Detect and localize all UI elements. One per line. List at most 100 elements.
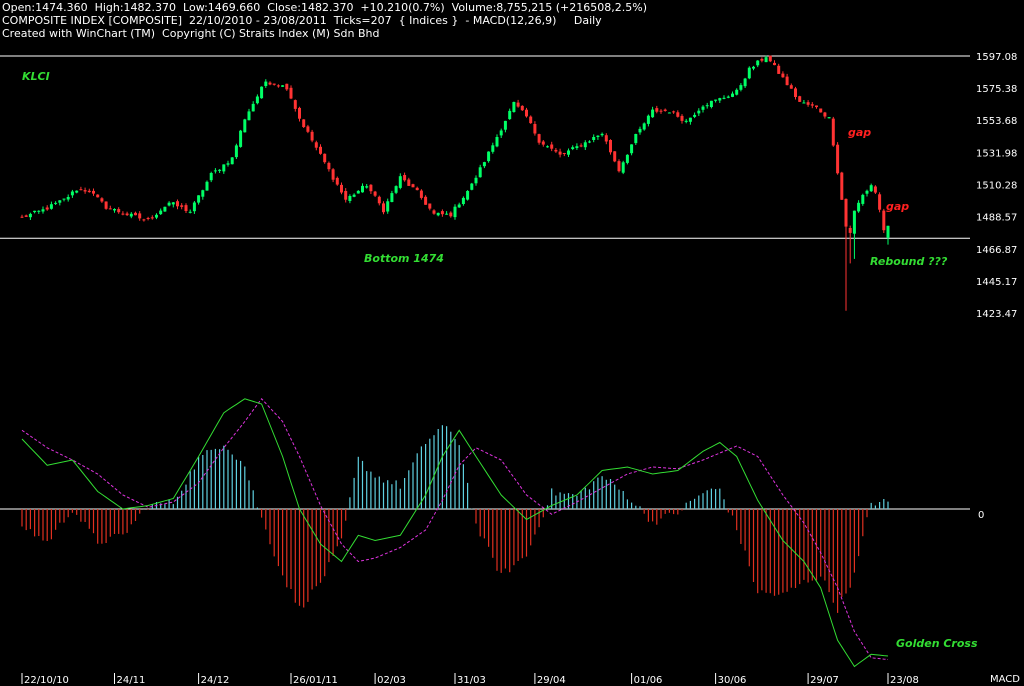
candle-body — [688, 117, 692, 122]
candle-body — [142, 219, 146, 221]
chart-canvas: 1597.08 1575.38 1553.68 1531.98 1510.28 1488.… — [0, 52, 1020, 686]
candle-body — [377, 196, 381, 204]
candle-body — [424, 196, 428, 205]
candle-body — [155, 214, 158, 218]
price-annotation: KLCI — [22, 70, 50, 83]
x-tick-label: 23/08 — [890, 675, 919, 686]
x-tick-label: 01/06 — [634, 675, 663, 686]
candle-body — [289, 87, 293, 99]
candle-body — [348, 196, 352, 201]
candle-body — [243, 119, 247, 133]
price-y-tick: 1575.38 — [976, 84, 1017, 95]
candle-body — [239, 130, 243, 147]
candle-body — [100, 198, 104, 202]
candle-body — [285, 83, 289, 90]
candle-body — [37, 210, 41, 212]
candle-body — [764, 57, 768, 63]
candle-body — [613, 151, 617, 162]
candle-body — [222, 164, 226, 172]
candle-body — [306, 126, 310, 132]
candle-body — [609, 140, 612, 153]
candle-body — [340, 184, 343, 193]
candle-body — [159, 210, 163, 215]
candle-body — [83, 190, 87, 192]
candle-body — [592, 137, 596, 140]
candle-body — [499, 130, 503, 136]
candle-body — [567, 150, 570, 155]
candle-body — [180, 205, 184, 207]
candle-body — [646, 115, 650, 124]
candle-body — [331, 169, 335, 180]
candle-body — [663, 109, 667, 111]
candle-body — [188, 211, 192, 213]
candle-body — [575, 146, 579, 148]
candle-body — [108, 208, 112, 210]
candle-body — [449, 212, 453, 217]
candle-body — [226, 163, 230, 165]
candle-body — [407, 179, 411, 186]
candle-body — [138, 213, 142, 219]
candle-body — [419, 190, 423, 198]
candle-body — [394, 186, 398, 193]
candle-body — [344, 191, 348, 200]
candle-body — [474, 177, 478, 184]
candle-body — [739, 85, 743, 90]
candle-body — [529, 116, 533, 124]
candle-body — [743, 78, 747, 87]
candle-body — [487, 151, 491, 162]
candle-body — [327, 162, 331, 170]
candle-body — [470, 183, 474, 190]
candle-body — [79, 189, 83, 191]
candle-body — [571, 147, 575, 149]
candle-body — [66, 197, 70, 200]
candle-body — [508, 110, 512, 120]
candle-body — [75, 190, 79, 193]
candle-body — [785, 76, 789, 86]
candle-body — [247, 111, 251, 121]
candle-body — [365, 186, 369, 188]
candle-body — [882, 210, 886, 231]
candle-body — [298, 107, 301, 119]
candle-body — [361, 185, 364, 193]
candle-body — [390, 193, 394, 202]
candle-body — [104, 201, 108, 209]
candle-body — [638, 128, 642, 133]
candle-body — [323, 153, 327, 163]
candle-body — [857, 202, 861, 212]
candle-body — [533, 124, 537, 134]
candle-body — [798, 96, 802, 102]
x-tick-label: 30/06 — [718, 675, 747, 686]
candle-body — [827, 117, 831, 119]
candle-body — [260, 86, 264, 99]
candle-body — [281, 85, 285, 87]
candle-body — [781, 73, 785, 78]
price-annotation: Bottom 1474 — [364, 252, 444, 265]
candle-body — [369, 184, 373, 192]
candle-body — [276, 85, 280, 87]
candle-body — [588, 141, 591, 143]
price-y-tick: 1445.17 — [976, 277, 1017, 288]
candle-body — [113, 209, 116, 211]
candle-body — [621, 162, 625, 173]
candle-body — [386, 201, 390, 212]
candle-body — [819, 108, 823, 113]
candle-body — [541, 141, 545, 145]
candle-body — [457, 204, 461, 208]
candle-body — [33, 210, 37, 213]
candle-body — [516, 102, 520, 107]
candle-body — [768, 55, 772, 62]
candle-body — [96, 194, 100, 198]
price-annotation: Rebound ??? — [870, 255, 948, 268]
x-tick-label: 29/04 — [537, 675, 566, 686]
candle-body — [869, 185, 873, 192]
x-tick-label: 24/12 — [201, 675, 230, 686]
candle-body — [415, 187, 419, 191]
candle-body — [428, 203, 432, 209]
candle-body — [171, 202, 175, 205]
price-y-tick: 1597.08 — [976, 52, 1017, 63]
candle-body — [840, 172, 844, 200]
candle-body — [525, 109, 528, 117]
price-annotation: gap — [886, 200, 909, 213]
candle-body — [600, 133, 604, 136]
candle-body — [697, 110, 701, 114]
